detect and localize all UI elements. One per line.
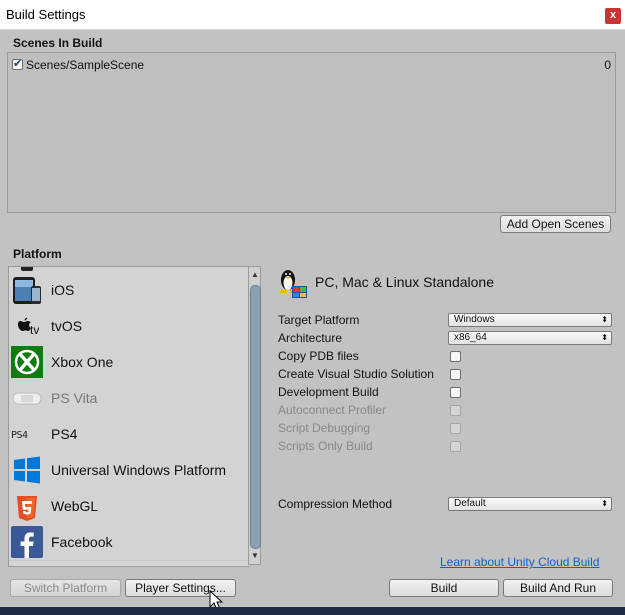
title-bar: Build Settings x: [0, 0, 625, 30]
xbox-icon: [11, 346, 43, 378]
autoconnect-profiler-label: Autoconnect Profiler: [278, 403, 387, 417]
architecture-value: x86_64: [454, 332, 487, 343]
ipad-icon: [13, 277, 41, 304]
scripts-only-build-checkbox: [450, 441, 461, 452]
create-vs-solution-checkbox[interactable]: [450, 369, 461, 380]
close-icon[interactable]: x: [605, 8, 621, 24]
script-debugging-checkbox: [450, 423, 461, 434]
copy-pdb-label: Copy PDB files: [278, 349, 359, 363]
platform-list[interactable]: iOS tv tvOS Xbox One PS Vita PS4 PS4 Uni…: [8, 266, 249, 567]
svg-text:PS4: PS4: [11, 430, 28, 441]
scenes-in-build-label: Scenes In Build: [13, 36, 103, 50]
svg-text:tv: tv: [30, 323, 39, 337]
architecture-label: Architecture: [278, 331, 343, 345]
cloud-build-link[interactable]: Learn about Unity Cloud Build: [440, 555, 599, 569]
scene-name: Scenes/SampleScene: [26, 58, 145, 72]
scene-include-checkbox[interactable]: [12, 57, 23, 70]
platform-scrollbar[interactable]: ▲ ▼: [248, 266, 261, 565]
platform-item-tvos[interactable]: tv tvOS: [9, 308, 249, 345]
platform-item-facebook[interactable]: Facebook: [9, 524, 249, 561]
autoconnect-profiler-checkbox: [450, 405, 461, 416]
development-build-label: Development Build: [278, 385, 379, 399]
platform-item-ps-vita[interactable]: PS Vita: [9, 380, 249, 417]
apple-tv-icon: tv: [18, 317, 39, 337]
copy-pdb-checkbox[interactable]: [450, 351, 461, 362]
create-vs-solution-label: Create Visual Studio Solution: [278, 367, 434, 381]
selected-platform-title: PC, Mac & Linux Standalone: [315, 274, 494, 290]
dropdown-caret-icon: ⬍: [601, 499, 608, 508]
platform-label-webgl: WebGL: [51, 498, 99, 514]
scroll-up-arrow-icon[interactable]: ▲: [250, 270, 260, 280]
platform-label-ps-vita: PS Vita: [51, 390, 98, 406]
platform-item-ps4[interactable]: PS4 PS4: [9, 416, 249, 453]
scene-index: 0: [604, 58, 611, 72]
scripts-only-build-label: Scripts Only Build: [278, 439, 373, 453]
switch-platform-button[interactable]: Switch Platform: [10, 579, 121, 597]
target-platform-label: Target Platform: [278, 313, 360, 327]
dropdown-caret-icon: ⬍: [601, 333, 608, 342]
compression-method-label: Compression Method: [278, 497, 393, 511]
compression-method-value: Default: [454, 498, 486, 509]
platform-item-xbox-one[interactable]: Xbox One: [9, 344, 249, 381]
taskbar-strip: [0, 607, 625, 615]
scroll-thumb[interactable]: [250, 285, 261, 549]
platform-label-uwp: Universal Windows Platform: [51, 462, 227, 478]
standalone-platform-icon: [280, 270, 307, 298]
dropdown-caret-icon: ⬍: [601, 315, 608, 324]
compression-method-dropdown[interactable]: Default ⬍: [448, 497, 612, 511]
scene-row[interactable]: Scenes/SampleScene 0: [10, 57, 613, 73]
development-build-checkbox[interactable]: [450, 387, 461, 398]
window-title: Build Settings: [6, 7, 86, 22]
platform-label-tvos: tvOS: [51, 318, 83, 334]
platform-item-webgl[interactable]: WebGL: [9, 488, 249, 525]
build-button[interactable]: Build: [389, 579, 499, 597]
platform-label: Platform: [13, 247, 62, 261]
scroll-down-arrow-icon[interactable]: ▼: [250, 551, 260, 561]
platform-item-uwp[interactable]: Universal Windows Platform: [9, 452, 249, 489]
target-platform-dropdown[interactable]: Windows ⬍: [448, 313, 612, 327]
platform-item-ios[interactable]: iOS: [9, 272, 249, 309]
architecture-dropdown[interactable]: x86_64 ⬍: [448, 331, 612, 345]
ps4-icon: PS4: [11, 430, 29, 441]
build-and-run-button[interactable]: Build And Run: [503, 579, 613, 597]
add-open-scenes-button[interactable]: Add Open Scenes: [500, 215, 611, 233]
platform-label-ios: iOS: [51, 282, 75, 298]
html5-icon: [17, 496, 37, 521]
windows-icon: [14, 456, 40, 484]
target-platform-value: Windows: [454, 314, 495, 325]
platform-label-facebook: Facebook: [51, 534, 113, 550]
scenes-list[interactable]: Scenes/SampleScene 0: [7, 52, 616, 213]
platform-label-ps4: PS4: [51, 426, 78, 442]
ps-vita-icon: [12, 392, 42, 405]
facebook-icon: [11, 526, 43, 558]
script-debugging-label: Script Debugging: [278, 421, 371, 435]
platform-label-xbox-one: Xbox One: [51, 354, 114, 370]
